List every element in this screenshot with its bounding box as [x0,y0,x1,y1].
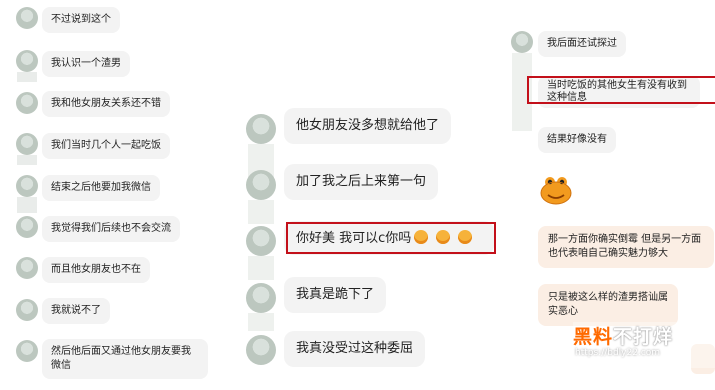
avatar[interactable] [16,340,38,362]
watermark-brand-part1: 黑料 [573,326,614,348]
avatar[interactable] [16,257,38,279]
message-bubble: 我觉得我们后续也不会交流 [42,216,180,242]
message-bubble: 他女朋友没多想就给他了 [284,108,452,144]
avatar[interactable] [246,226,276,256]
highlight-box [286,222,496,254]
avatar[interactable] [16,7,38,29]
avatar[interactable] [16,216,38,238]
message-bubble: 而且他女朋友也不在 [42,257,150,283]
avatar-blur [248,200,274,224]
highlight-box [527,76,715,104]
watermark: 黑料不打烊 https://bdly22.com [573,322,715,368]
avatar[interactable] [246,283,276,313]
message-bubble: 然后他后面又通过他女朋友要我微信 [42,339,208,379]
avatar-blur [17,155,37,165]
message-bubble: 结束之后他要加我微信 [42,175,160,201]
crab-sticker-icon [540,177,572,205]
reply-bubble: 只是被这么样的渣男搭讪属实恶心 [538,284,678,326]
avatar-blur [248,256,274,280]
message-bubble: 我们当时几个人一起吃饭 [42,133,170,159]
message-bubble: 不过说到这个 [42,7,120,33]
message-bubble: 我就说不了 [42,298,110,324]
avatar[interactable] [246,335,276,365]
avatar[interactable] [16,92,38,114]
avatar[interactable] [16,175,38,197]
middle-chat-column: 他女朋友没多想就给他了 加了我之后上来第一句 你好美 我可以c你吗 我真是跪下了… [240,0,520,390]
avatar-blur [17,72,37,82]
message-bubble: 我和他女朋友关系还不错 [42,91,170,117]
watermark-url: https://bdly22.com [575,348,661,358]
avatar[interactable] [16,299,38,321]
watermark-brand: 黑料不打烊 [573,322,673,349]
avatar[interactable] [16,50,38,72]
reply-bubble: 那一方面你确实倒霉 但是另一方面也代表咱自己确实魅力够大 [538,226,714,268]
message-bubble: 结果好像没有 [538,127,616,153]
left-chat-column: 不过说到这个 我认识一个渣男 我和他女朋友关系还不错 我们当时几个人一起吃饭 结… [0,0,215,390]
avatar-blur [17,197,37,213]
avatar[interactable] [246,114,276,144]
message-bubble: 我真没受过这种委屈 [284,331,426,367]
avatar-blur [248,313,274,331]
avatar[interactable] [246,170,276,200]
message-bubble: 我后面还试探过 [538,31,626,57]
message-bubble: 我认识一个渣男 [42,51,130,77]
watermark-brand-part2: 不打烊 [613,326,674,348]
message-bubble: 加了我之后上来第一句 [284,164,439,200]
avatar[interactable] [16,133,38,155]
avatar[interactable] [511,31,533,53]
message-bubble: 我真是跪下了 [284,277,387,313]
